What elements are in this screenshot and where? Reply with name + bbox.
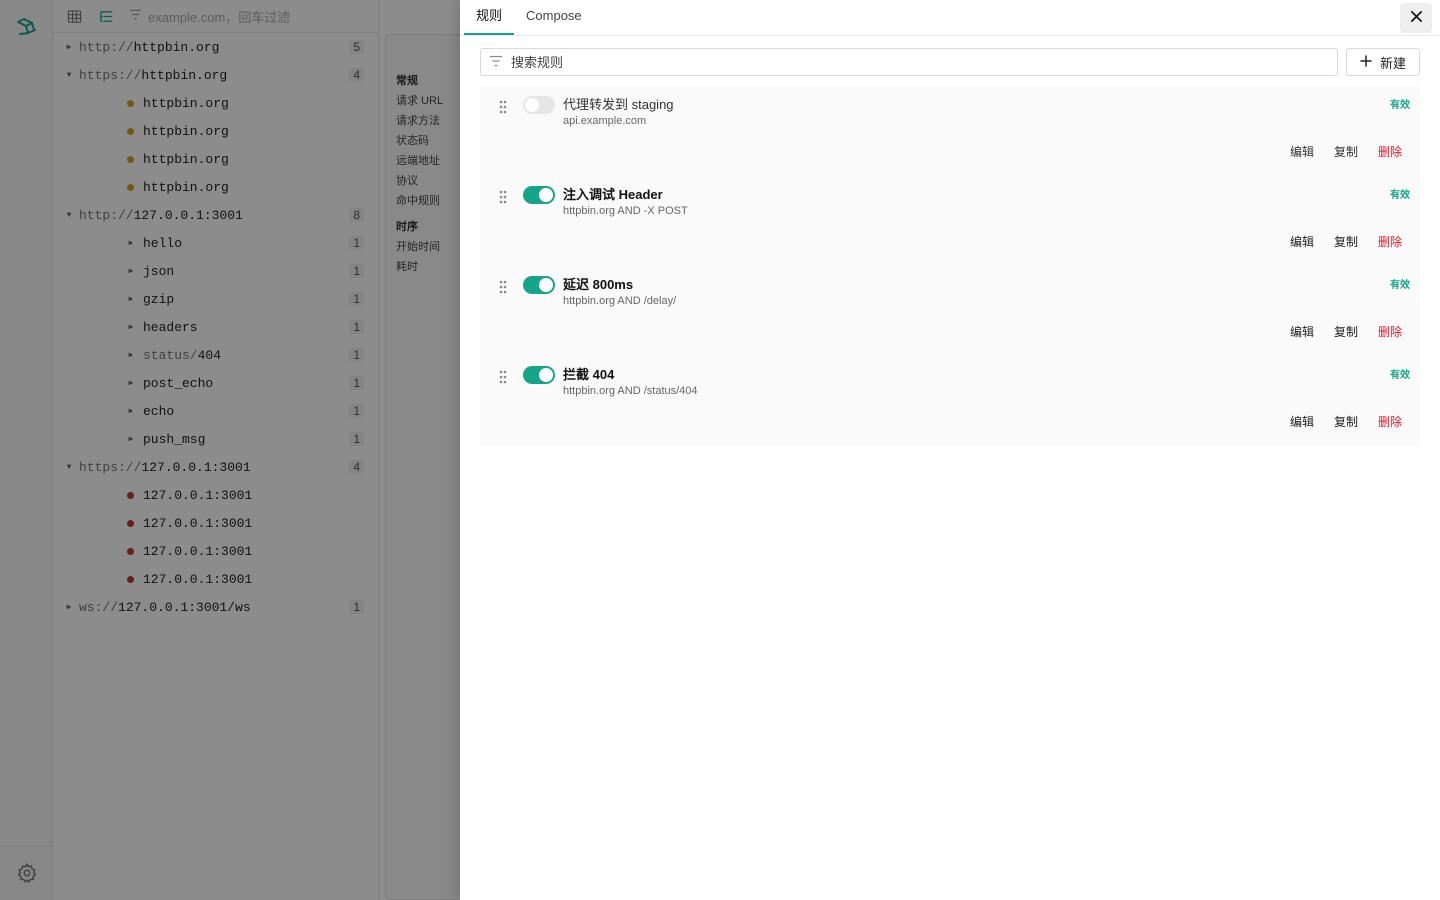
rule-actions: 编辑 复制 删除 [1290, 143, 1402, 160]
rules-search-row: 新建 [480, 48, 1420, 76]
new-rule-label: 新建 [1379, 55, 1406, 71]
close-button[interactable] [1400, 3, 1432, 33]
rule-match-expression: httpbin.org AND /status/404 [563, 385, 698, 397]
rule-enable-toggle[interactable] [523, 96, 555, 114]
rule-title: 注入调试 Header [563, 187, 663, 202]
drag-handle-icon[interactable] [498, 100, 508, 114]
toggle-knob [525, 98, 539, 112]
rule-enable-toggle[interactable] [523, 276, 555, 294]
edit-rule-button[interactable]: 编辑 [1290, 233, 1314, 250]
rule-item: 注入调试 Header httpbin.org AND -X POST 有效编辑 复制… [480, 176, 1420, 266]
new-rule-button[interactable]: 新建 [1346, 48, 1420, 76]
rule-item: 拦截 404 httpbin.org AND /status/404 有效编辑 复制 删… [480, 356, 1420, 446]
copy-rule-button[interactable]: 复制 [1334, 413, 1358, 430]
edit-rule-button[interactable]: 编辑 [1290, 143, 1314, 160]
modal-backdrop[interactable] [0, 0, 460, 900]
edit-rule-button[interactable]: 编辑 [1290, 413, 1314, 430]
drawer-tabs: 规则 Compose [460, 0, 1440, 36]
rule-actions: 编辑 复制 删除 [1290, 323, 1402, 340]
copy-rule-button[interactable]: 复制 [1334, 233, 1358, 250]
toggle-knob [539, 278, 553, 292]
edit-rule-button[interactable]: 编辑 [1290, 323, 1314, 340]
rule-status-badge: 有效 [1390, 100, 1410, 111]
rule-item: 代理转发到 staging api.example.com 有效编辑 复制 删除 [480, 86, 1420, 176]
rule-enable-toggle[interactable] [523, 186, 555, 204]
rule-actions: 编辑 复制 删除 [1290, 413, 1402, 430]
drag-handle-icon[interactable] [498, 370, 508, 384]
copy-rule-button[interactable]: 复制 [1334, 323, 1358, 340]
filter-icon [489, 54, 503, 71]
delete-rule-button[interactable]: 删除 [1378, 323, 1402, 340]
toggle-knob [539, 368, 553, 382]
rules-drawer: 规则 Compose 新建 代理转发到 staging api.example.c… [460, 0, 1440, 900]
rule-match-expression: httpbin.org AND -X POST [563, 205, 688, 217]
rule-enable-toggle[interactable] [523, 366, 555, 384]
rule-status-badge: 有效 [1390, 280, 1410, 291]
rule-title: 代理转发到 staging [563, 97, 674, 112]
rule-status-badge: 有效 [1390, 190, 1410, 201]
delete-rule-button[interactable]: 删除 [1378, 233, 1402, 250]
rule-item: 延迟 800ms httpbin.org AND /delay/有效编辑 复制 删除 [480, 266, 1420, 356]
rule-match-expression: api.example.com [563, 115, 647, 127]
delete-rule-button[interactable]: 删除 [1378, 413, 1402, 430]
rule-actions: 编辑 复制 删除 [1290, 233, 1402, 250]
rule-title: 延迟 800ms [563, 277, 634, 292]
drag-handle-icon[interactable] [498, 280, 508, 294]
rule-status-badge: 有效 [1390, 370, 1410, 381]
rules-search-box [480, 48, 1338, 76]
rules-list: 代理转发到 staging api.example.com 有效 编辑 复制 删除 注入调试… [480, 86, 1420, 446]
plus-icon [1360, 54, 1372, 70]
delete-rule-button[interactable]: 删除 [1378, 143, 1402, 160]
drag-handle-icon[interactable] [498, 190, 508, 204]
copy-rule-button[interactable]: 复制 [1334, 143, 1358, 160]
rule-title: 拦截 404 [563, 367, 615, 382]
tab-compose[interactable]: Compose [514, 0, 594, 35]
tab-rules[interactable]: 规则 [464, 0, 515, 35]
toggle-knob [539, 188, 553, 202]
rule-match-expression: httpbin.org AND /delay/ [563, 295, 677, 307]
close-icon [1410, 10, 1423, 26]
rules-search-input[interactable] [511, 54, 1337, 70]
